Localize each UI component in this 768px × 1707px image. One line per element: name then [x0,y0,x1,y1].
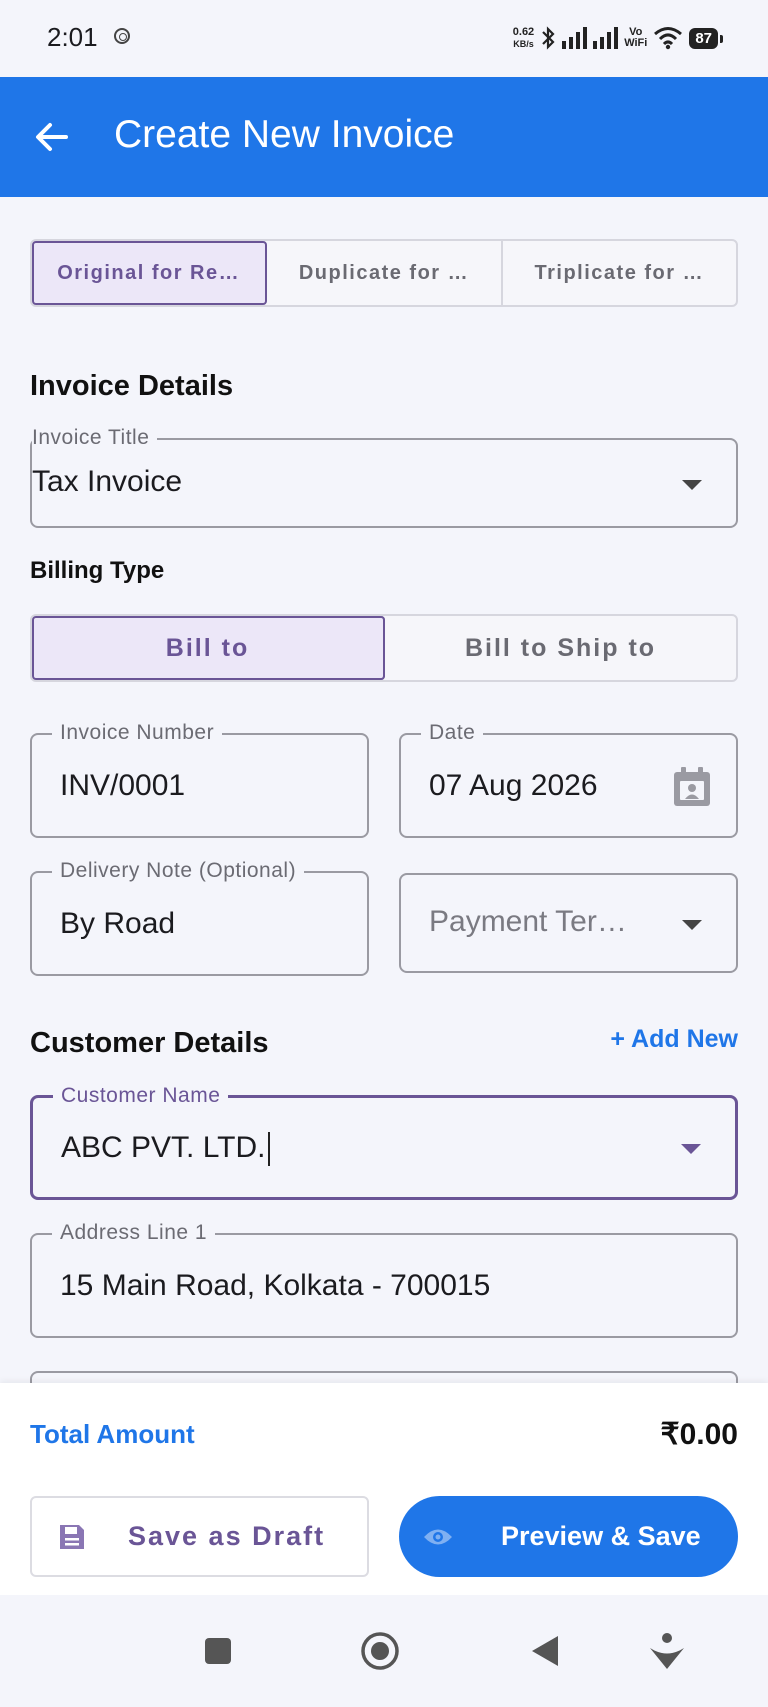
copy-type-tabs: Original for Re… Duplicate for … Triplic… [30,239,738,307]
date-value: 07 Aug 2026 [429,769,598,802]
text-cursor [267,1132,270,1167]
billing-type-toggle: Bill to Bill to Ship to [30,614,738,682]
invoice-footer: Total Amount ₹0.00 Save as Draft Preview… [0,1383,768,1595]
customer-name-field[interactable]: Customer Name ABC PVT. LTD. [30,1084,738,1200]
delivery-note-value: By Road [60,907,176,940]
notification-icon [114,28,130,44]
system-nav-bar [0,1595,768,1707]
preview-and-save-label: Preview & Save [501,1521,701,1551]
app-bar: Create New Invoice [0,77,768,197]
save-as-draft-label: Save as Draft [128,1521,326,1551]
page-title: Create New Invoice [114,113,455,156]
back-button[interactable] [30,117,76,157]
address-line-1-label: Address Line 1 [52,1221,216,1245]
preview-and-save-button[interactable]: Preview & Save [399,1496,738,1577]
delivery-note-field[interactable]: Delivery Note (Optional) By Road [30,859,369,976]
vowifi-icon: Vo WiFi [624,26,648,49]
invoice-title-label: Invoice Title [32,426,158,450]
chevron-down-icon [681,1144,701,1154]
home-icon [361,1632,399,1670]
chevron-down-icon [682,920,702,930]
date-label: Date [421,721,484,745]
wifi-icon [654,27,683,50]
address-line-1-field[interactable]: Address Line 1 15 Main Road, Kolkata - 7… [30,1221,738,1338]
back-icon [532,1636,558,1666]
network-speed: 0.62 KB/s [512,26,535,49]
status-icons: 0.62 KB/s Vo WiFi 87 [512,20,723,56]
assist-icon [650,1633,684,1669]
bill-to-option[interactable]: Bill to [32,616,385,680]
payment-terms-dropdown[interactable]: Payment Ter… [399,873,738,973]
tab-triplicate[interactable]: Triplicate for … [503,241,736,305]
total-amount-label: Total Amount [30,1419,195,1449]
invoice-title-value: Tax Invoice [32,465,183,498]
bluetooth-icon [542,26,555,50]
battery-indicator: 87 [689,27,723,49]
home-button[interactable] [360,1631,400,1671]
eye-icon [424,1529,452,1544]
address-line-1-value: 15 Main Road, Kolkata - 700015 [60,1269,491,1302]
chevron-down-icon [682,480,702,490]
delivery-note-label: Delivery Note (Optional) [52,859,305,883]
invoice-number-label: Invoice Number [52,721,223,745]
billing-type-heading: Billing Type [30,557,165,584]
signal-icon-2 [593,27,619,49]
signal-icon-1 [562,27,588,49]
tab-original[interactable]: Original for Re… [32,241,268,305]
invoice-title-dropdown[interactable]: Invoice Title Tax Invoice [30,426,738,528]
save-icon [60,1524,84,1549]
save-as-draft-button[interactable]: Save as Draft [30,1496,369,1577]
status-bar: 2:01 0.62 KB/s Vo WiFi 87 [0,0,768,77]
recents-button[interactable] [198,1631,238,1671]
arrow-left-icon [36,123,68,151]
invoice-details-heading: Invoice Details [30,370,234,402]
add-new-customer-link[interactable]: + Add New [610,1025,738,1054]
customer-details-heading: Customer Details [30,1027,269,1059]
invoice-number-field[interactable]: Invoice Number INV/0001 [30,721,369,838]
status-time: 2:01 [47,22,98,52]
payment-terms-placeholder: Payment Ter… [429,905,627,938]
recents-icon [205,1638,231,1664]
assist-button[interactable] [647,1631,687,1671]
total-amount-value: ₹0.00 [660,1418,738,1451]
customer-name-input[interactable]: ABC PVT. LTD. [61,1131,270,1167]
date-field[interactable]: Date 07 Aug 2026 [399,721,738,838]
customer-name-label: Customer Name [53,1084,229,1108]
bill-to-ship-to-option[interactable]: Bill to Ship to [385,616,736,680]
tab-duplicate[interactable]: Duplicate for … [267,241,503,305]
invoice-number-value: INV/0001 [60,769,186,802]
nav-back-button[interactable] [525,1631,565,1671]
calendar-icon[interactable] [672,765,712,809]
